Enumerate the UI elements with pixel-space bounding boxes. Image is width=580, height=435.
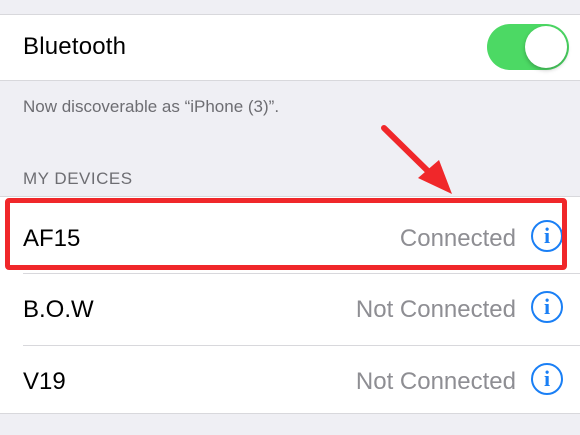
annotation-arrow-icon	[381, 125, 452, 194]
